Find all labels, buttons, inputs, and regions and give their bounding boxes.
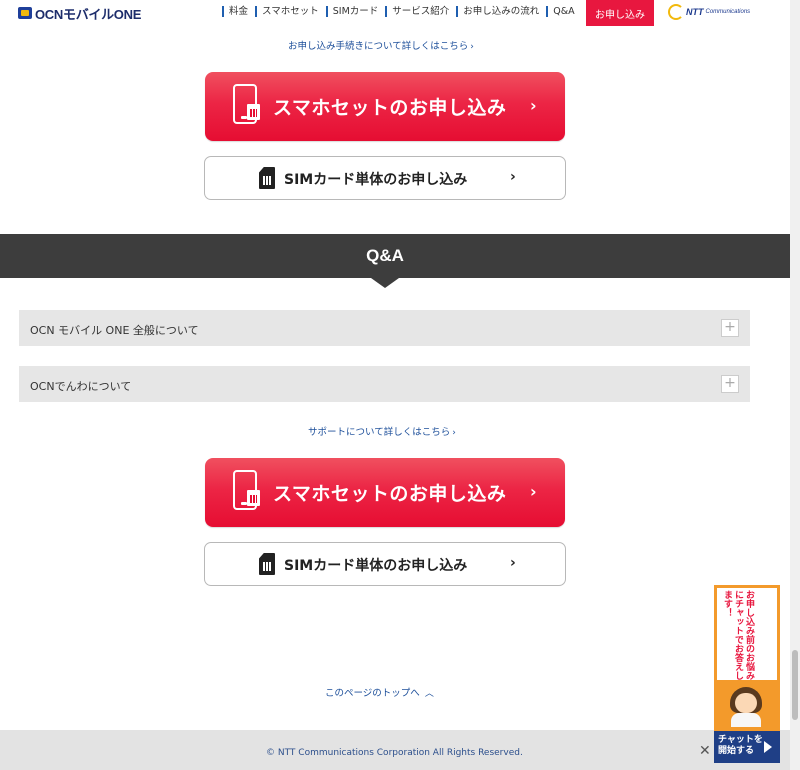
start-chat-button[interactable]: チャットを 開始する <box>714 731 780 763</box>
copyright-text: © NTT Communications Corporation All Rig… <box>266 748 523 758</box>
nav-item-smartphone-set[interactable]: スマホセット <box>255 6 324 17</box>
procedure-details-link[interactable]: お申し込み手続きについて詳しくはこちら › <box>288 38 474 52</box>
ntt-swoosh-icon <box>668 4 684 20</box>
smartphone-set-apply-label: スマホセットのお申し込み <box>273 97 507 119</box>
qa-section-header: Q&A <box>0 234 790 278</box>
plus-icon[interactable]: + <box>721 375 739 393</box>
sim-card-icon <box>259 553 275 575</box>
ntt-communications-logo[interactable]: NTT Communications <box>668 4 750 20</box>
page-top-link-label: このページのトップへ <box>325 688 420 699</box>
sim-only-apply-label: SIMカード単体のお申し込み <box>284 172 468 188</box>
nav-item-pricing[interactable]: 料金 <box>222 6 253 17</box>
nav-item-services[interactable]: サービス紹介 <box>385 6 454 17</box>
support-details-link-label: サポートについて詳しくはこちら <box>308 427 451 438</box>
sim-only-apply-button[interactable]: SIMカード単体のお申し込み › <box>204 156 566 200</box>
close-icon[interactable]: ✕ <box>699 743 711 759</box>
chevron-right-icon: › <box>530 482 537 501</box>
smartphone-set-apply-button[interactable]: スマホセットのお申し込み › <box>205 72 565 141</box>
page-top-link[interactable]: このページのトップへ ︿ <box>325 685 434 699</box>
qa-accordion-label: OCNでんわについて <box>30 380 132 393</box>
sim-only-apply-button-bottom[interactable]: SIMカード単体のお申し込み › <box>204 542 566 586</box>
qa-header-pointer <box>371 278 399 288</box>
qa-accordion-ocn-denwa[interactable]: OCNでんわについて + <box>19 366 750 402</box>
procedure-details-link-label: お申し込み手続きについて詳しくはこちら <box>288 41 469 52</box>
nav-item-qa[interactable]: Q&A <box>546 6 579 17</box>
ocn-logo-icon <box>18 7 32 19</box>
chevron-up-icon: ︿ <box>424 689 434 699</box>
play-icon <box>764 741 772 753</box>
site-header: OCNモバイルONE 料金 スマホセット SIMカード サービス紹介 お申し込み… <box>0 0 800 26</box>
ntt-logo-sub: Communications <box>705 9 751 15</box>
start-chat-label-1: チャットを <box>718 735 763 745</box>
chevron-right-icon: › <box>510 169 516 185</box>
smartphone-set-apply-label: スマホセットのお申し込み <box>273 483 507 505</box>
header-apply-button[interactable]: お申し込み <box>586 0 654 26</box>
operator-avatar-icon <box>728 687 764 727</box>
scrollbar-thumb[interactable] <box>792 650 798 720</box>
sim-card-icon <box>247 104 260 120</box>
qa-accordion-general[interactable]: OCN モバイル ONE 全般について + <box>19 310 750 346</box>
chevron-right-icon: › <box>510 555 516 571</box>
ntt-logo-text: NTT <box>686 7 704 17</box>
chevron-right-icon: › <box>452 428 456 438</box>
chevron-right-icon: › <box>530 96 537 115</box>
chevron-right-icon: › <box>470 42 474 52</box>
start-chat-label-2: 開始する <box>718 746 755 756</box>
qa-accordion-label: OCN モバイル ONE 全般について <box>30 324 199 337</box>
chat-message: お申し込み前のお悩みにチャットでお答えします！ <box>722 590 754 680</box>
nav-item-application-flow[interactable]: お申し込みの流れ <box>456 6 544 17</box>
nav-item-sim-card[interactable]: SIMカード <box>325 6 384 17</box>
sim-only-apply-label: SIMカード単体のお申し込み <box>284 558 468 574</box>
sim-card-icon <box>259 167 275 189</box>
sim-card-icon <box>247 490 260 506</box>
support-details-link[interactable]: サポートについて詳しくはこちら › <box>308 424 456 438</box>
smartphone-set-apply-button-bottom[interactable]: スマホセットのお申し込み › <box>205 458 565 527</box>
qa-title: Q&A <box>366 246 404 265</box>
chat-message-box: お申し込み前のお悩みにチャットでお答えします！ <box>717 588 777 680</box>
site-footer: © NTT Communications Corporation All Rig… <box>0 730 800 770</box>
global-nav: 料金 スマホセット SIMカード サービス紹介 お申し込みの流れ Q&A <box>222 6 582 17</box>
plus-icon[interactable]: + <box>721 319 739 337</box>
chat-widget[interactable]: お申し込み前のお悩みにチャットでお答えします！ チャットを 開始する <box>714 585 780 763</box>
logo-text: OCNモバイルONE <box>35 6 142 22</box>
ocn-mobile-one-logo[interactable]: OCNモバイルONE <box>18 6 142 22</box>
chat-banner: お申し込み前のお悩みにチャットでお答えします！ <box>714 585 780 731</box>
